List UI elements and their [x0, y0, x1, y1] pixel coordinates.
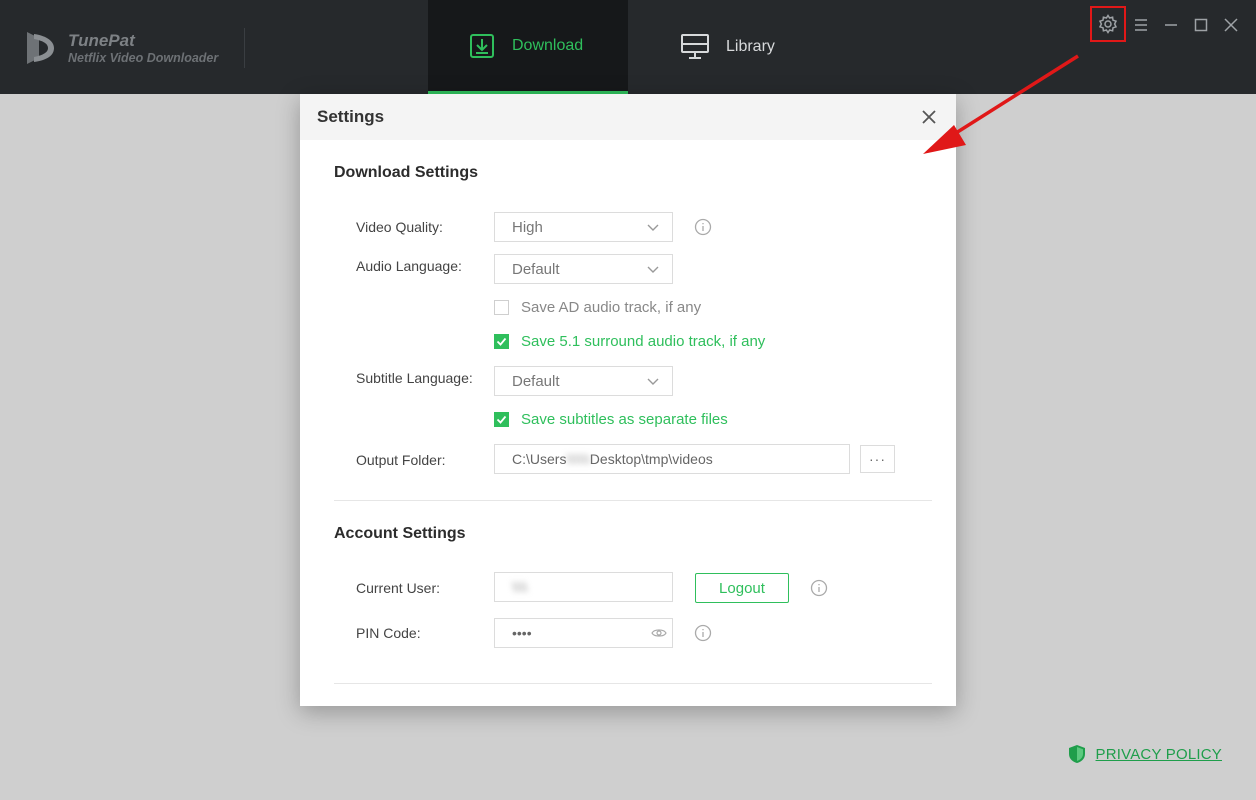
chevron-down-icon: [647, 266, 659, 273]
settings-button[interactable]: [1090, 6, 1126, 42]
maximize-icon: [1194, 18, 1208, 32]
save-subtitles-checkbox[interactable]: Save subtitles as separate files: [494, 411, 728, 428]
subtitle-language-label: Subtitle Language:: [356, 370, 473, 386]
check-icon: [496, 337, 507, 346]
dialog-title: Settings: [317, 107, 385, 126]
privacy-policy-label: PRIVACY POLICY: [1095, 745, 1222, 763]
logout-button[interactable]: Logout: [695, 573, 789, 603]
brand-divider: [244, 28, 245, 68]
pin-code-value: ••••: [512, 625, 532, 641]
tab-library[interactable]: Library: [640, 0, 820, 94]
download-settings-title: Download Settings: [334, 164, 478, 181]
section-divider: [334, 500, 932, 501]
window-controls: [1126, 0, 1252, 50]
app-brand: TunePat Netflix Video Downloader: [22, 26, 218, 70]
current-user-label: Current User:: [356, 580, 441, 596]
save-ad-track-label: Save AD audio track, if any: [521, 299, 702, 316]
account-settings-title: Account Settings: [334, 525, 466, 542]
chevron-down-icon: [647, 224, 659, 231]
monitor-icon: [680, 33, 710, 61]
download-icon: [468, 32, 496, 60]
close-window-button[interactable]: [1216, 10, 1246, 40]
info-icon[interactable]: [694, 624, 712, 642]
checkbox-checked: [494, 334, 509, 349]
shield-icon: [1068, 745, 1085, 763]
app-name: TunePat: [68, 30, 135, 50]
chevron-down-icon: [647, 378, 659, 385]
tunepat-logo-icon: [27, 32, 54, 64]
app-subtitle: Netflix Video Downloader: [68, 50, 219, 65]
tab-download[interactable]: Download: [428, 0, 628, 94]
dialog-close-button[interactable]: [918, 106, 940, 128]
subtitle-language-value: Default: [512, 372, 560, 390]
audio-language-label: Audio Language:: [356, 258, 462, 274]
current-user-field: \\\\: [494, 572, 673, 602]
tab-download-label: Download: [512, 36, 584, 54]
menu-button[interactable]: [1126, 10, 1156, 40]
audio-language-value: Default: [512, 260, 560, 278]
pin-code-input[interactable]: ••••: [494, 618, 673, 648]
checkbox-unchecked: [494, 300, 509, 315]
section-divider: [334, 683, 932, 684]
privacy-policy-link[interactable]: PRIVACY POLICY: [1068, 744, 1222, 764]
eye-icon[interactable]: [651, 627, 667, 639]
tab-library-label: Library: [726, 38, 775, 55]
menu-icon: [1135, 19, 1147, 31]
maximize-button[interactable]: [1186, 10, 1216, 40]
output-folder-path-start: C:\Users: [512, 451, 567, 467]
output-folder-path-redacted: \\\\\\: [566, 451, 590, 467]
output-folder-label: Output Folder:: [356, 452, 446, 468]
save-subtitles-label: Save subtitles as separate files: [521, 411, 728, 428]
subtitle-language-select[interactable]: Default: [494, 366, 673, 396]
video-quality-label: Video Quality:: [356, 219, 443, 235]
video-quality-value: High: [512, 218, 543, 236]
pin-code-label: PIN Code:: [356, 625, 421, 641]
save-surround-checkbox[interactable]: Save 5.1 surround audio track, if any: [494, 333, 765, 350]
check-icon: [496, 415, 507, 424]
minimize-icon: [1165, 24, 1177, 26]
current-user-redacted: \\\\: [512, 579, 528, 595]
browse-folder-button[interactable]: ···: [860, 445, 895, 473]
info-icon[interactable]: [810, 579, 828, 597]
close-icon: [922, 110, 936, 124]
save-ad-track-checkbox[interactable]: Save AD audio track, if any: [494, 299, 701, 316]
dialog-header: Settings: [300, 94, 956, 140]
video-quality-select[interactable]: High: [494, 212, 673, 242]
minimize-button[interactable]: [1156, 10, 1186, 40]
title-bar: TunePat Netflix Video Downloader Downloa…: [0, 0, 1256, 94]
audio-language-select[interactable]: Default: [494, 254, 673, 284]
save-surround-label: Save 5.1 surround audio track, if any: [521, 333, 766, 350]
checkbox-checked: [494, 412, 509, 427]
output-folder-input[interactable]: C:\Users \\\\\\ Desktop\tmp\videos: [494, 444, 850, 474]
gear-icon: [1098, 14, 1118, 34]
close-icon: [1224, 18, 1238, 32]
info-icon[interactable]: [694, 218, 712, 236]
output-folder-path-end: Desktop\tmp\videos: [589, 451, 713, 467]
settings-dialog: Settings Download Settings Video Quality…: [300, 94, 956, 706]
